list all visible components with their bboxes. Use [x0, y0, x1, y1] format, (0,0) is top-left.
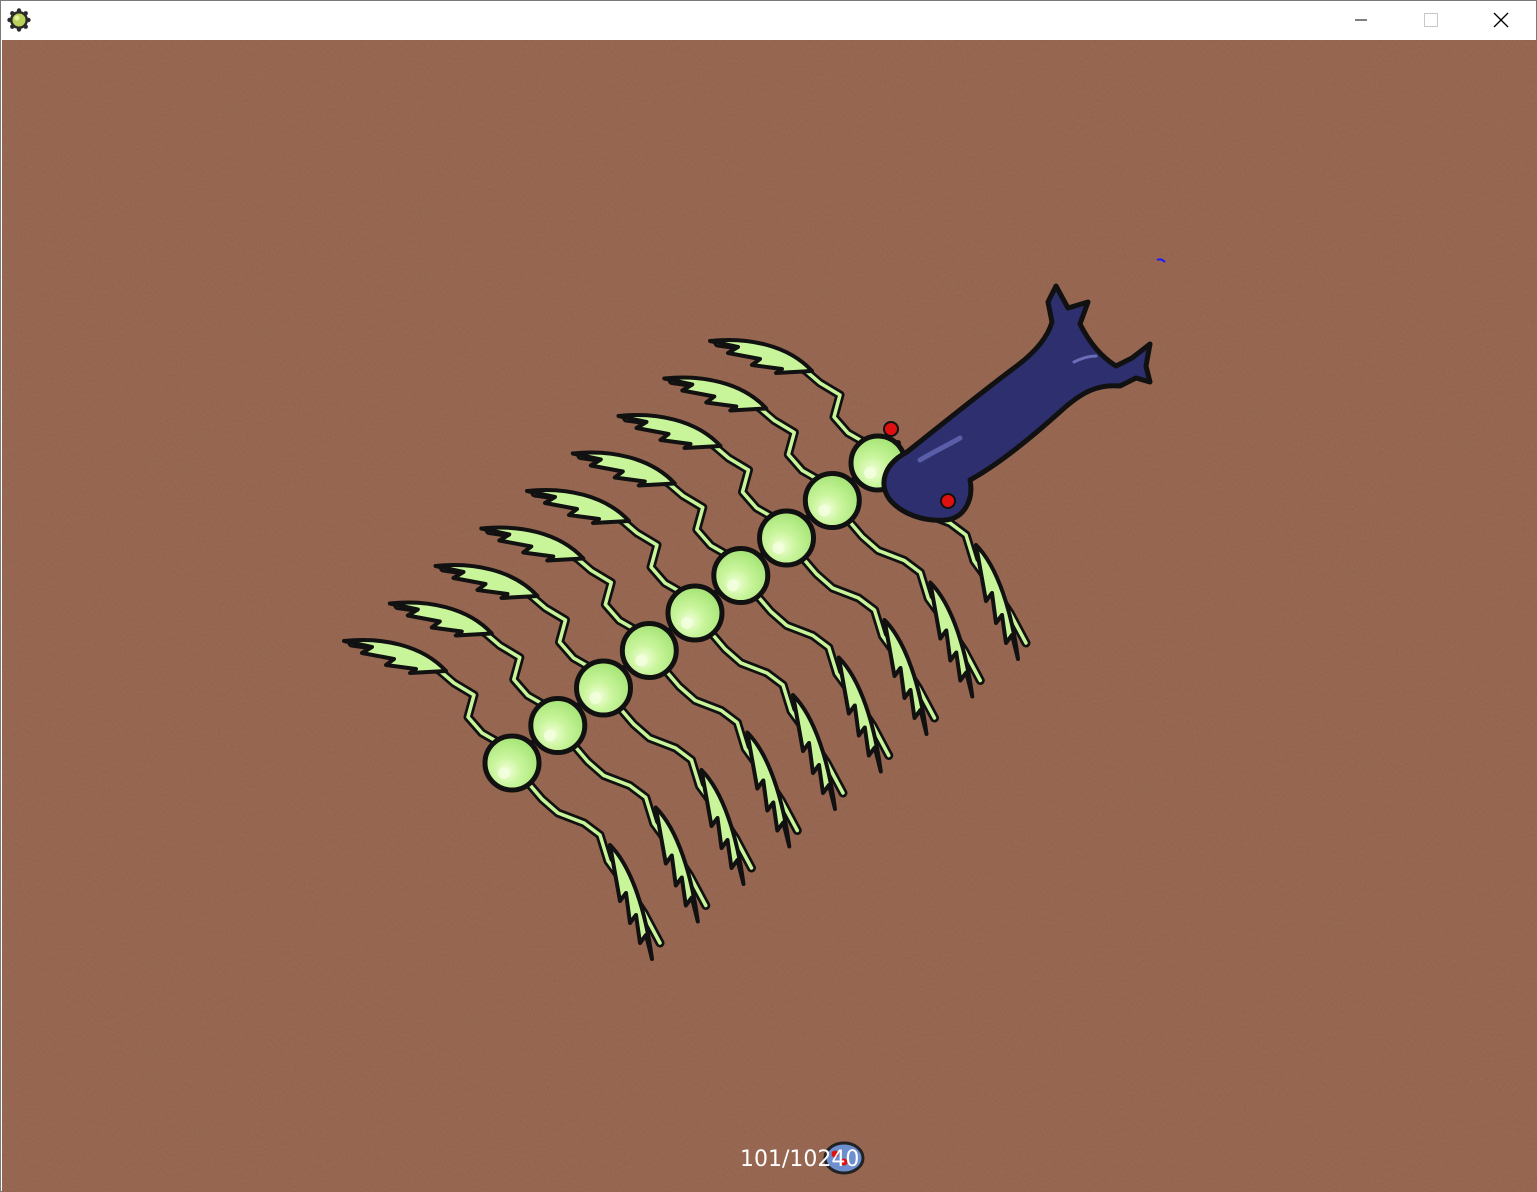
maximize-icon [1424, 13, 1438, 27]
population-counter: 101/10240 [740, 1146, 860, 1172]
predator-eye-right [940, 493, 956, 509]
maximize-button[interactable] [1396, 1, 1466, 39]
game-scene [2, 40, 1537, 1192]
hud: 101/10240 [740, 1141, 865, 1175]
title-bar[interactable] [1, 1, 1536, 39]
prey-body [574, 658, 633, 718]
prey-body [802, 471, 862, 530]
prey-body [619, 621, 679, 680]
predator-eye-left [883, 421, 899, 437]
game-canvas[interactable]: 101/10240 [2, 40, 1537, 1192]
prey-body [665, 583, 725, 643]
gear-creature-icon [7, 8, 31, 32]
minimize-icon [1355, 19, 1367, 21]
prey-body [482, 733, 542, 793]
minimize-button[interactable] [1326, 1, 1396, 39]
prey-body [528, 696, 588, 755]
close-icon [1493, 12, 1509, 28]
prey-body [757, 508, 816, 568]
prey-body [711, 546, 771, 605]
close-button[interactable] [1466, 1, 1536, 39]
game-window: 101/10240 [0, 0, 1537, 1192]
